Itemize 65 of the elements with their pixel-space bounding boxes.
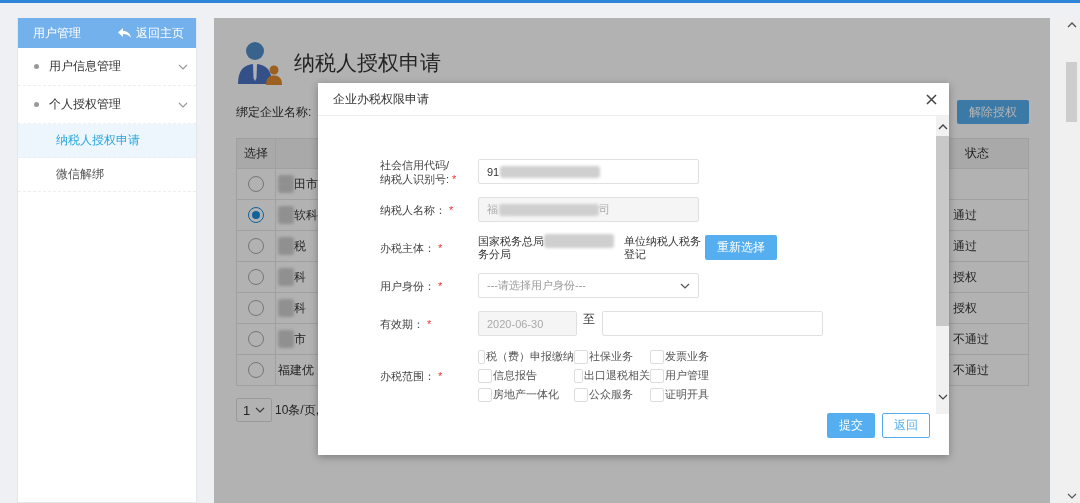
column-header: 选择 (236, 138, 276, 169)
checkbox-option[interactable]: 信息报告 (478, 368, 574, 383)
start-date-field: 2020-06-30 (478, 311, 577, 336)
dialog-title: 企业办税权限申请 (333, 90, 429, 108)
bullet-dot (34, 64, 39, 69)
table-cell: 不通过 (953, 331, 989, 346)
checkbox-option[interactable]: 证明开具 (650, 387, 730, 402)
table-cell: 通过 (953, 207, 977, 222)
scroll-down-icon (937, 394, 948, 400)
registration-type-text: 单位纳税人税务登记 (624, 234, 702, 261)
scroll-down-icon (1066, 493, 1077, 499)
caret-down-icon (680, 282, 690, 289)
checkbox-option[interactable]: 房地产一体化 (478, 387, 574, 402)
end-date-field[interactable] (602, 311, 823, 336)
table-cell: 田市 (294, 175, 318, 193)
filter-label: 绑定企业名称: (236, 103, 312, 121)
chevron-down-icon (178, 101, 188, 108)
scroll-thumb[interactable] (936, 136, 949, 326)
checkbox-option[interactable]: 出口退税相关 (574, 368, 650, 383)
field-label: 社会信用代码/ 纳税人识别号: * (379, 157, 458, 186)
table-cell: 通过 (953, 238, 977, 253)
table-cell: 福建优 (278, 361, 314, 379)
table-cell: 科 (294, 268, 306, 286)
checkbox-option[interactable]: 税（费）申报缴纳 (478, 349, 574, 364)
reply-arrow-icon (118, 28, 131, 38)
field-label: 办税主体： * (379, 240, 444, 255)
checkbox-option[interactable]: 用户管理 (650, 368, 730, 383)
field-label: 纳税人名称： * (379, 202, 455, 217)
checkbox-option[interactable]: 发票业务 (650, 349, 730, 364)
input-field[interactable]: 91 (478, 159, 699, 184)
table-cell: 授权 (953, 269, 977, 284)
sidebar-item-label: 用户信息管理 (49, 58, 121, 75)
page-number: 1 (243, 402, 251, 418)
field-label: 用户身份： * (379, 278, 444, 293)
tax-office-text: 国家税务总局 (478, 234, 544, 248)
checkbox-option[interactable]: 公众服务 (574, 387, 650, 402)
range-separator: 至 (583, 311, 595, 328)
table-cell: 不通过 (953, 362, 989, 377)
sidebar-subitem[interactable]: 微信解绑 (18, 158, 196, 192)
checkbox-option[interactable]: 社保业务 (574, 349, 650, 364)
tax-office-text: 务分局 (478, 248, 512, 261)
page-size-label: 10条/页, (275, 401, 319, 419)
table-cell: 市 (294, 330, 306, 348)
sidebar-item-label: 个人授权管理 (49, 96, 121, 113)
page-select[interactable]: 1 (236, 398, 272, 422)
table-cell: 软科 (294, 206, 318, 224)
sidebar-item[interactable]: 用户信息管理 (18, 48, 196, 86)
table-cell: 科 (294, 299, 306, 317)
redaction-blur (544, 234, 614, 248)
chevron-down-icon (178, 63, 188, 70)
table-cell: 授权 (953, 300, 977, 315)
page-title: 纳税人授权申请 (294, 49, 441, 76)
person-icon (236, 39, 282, 86)
scrollbar[interactable] (936, 116, 949, 414)
readonly-field: 福 司 (478, 197, 699, 222)
sidebar-title: 用户管理 (33, 24, 81, 42)
scroll-up-icon (937, 124, 948, 130)
scroll-up-icon (1066, 22, 1077, 28)
close-icon[interactable] (926, 93, 937, 105)
scroll-thumb[interactable] (1066, 62, 1077, 122)
bullet-dot (34, 102, 39, 107)
field-label: 办税范围： * (379, 368, 444, 383)
caret-down-icon (255, 407, 265, 413)
field-label: 有效期： * (379, 316, 433, 331)
table-cell: 税 (294, 237, 306, 255)
